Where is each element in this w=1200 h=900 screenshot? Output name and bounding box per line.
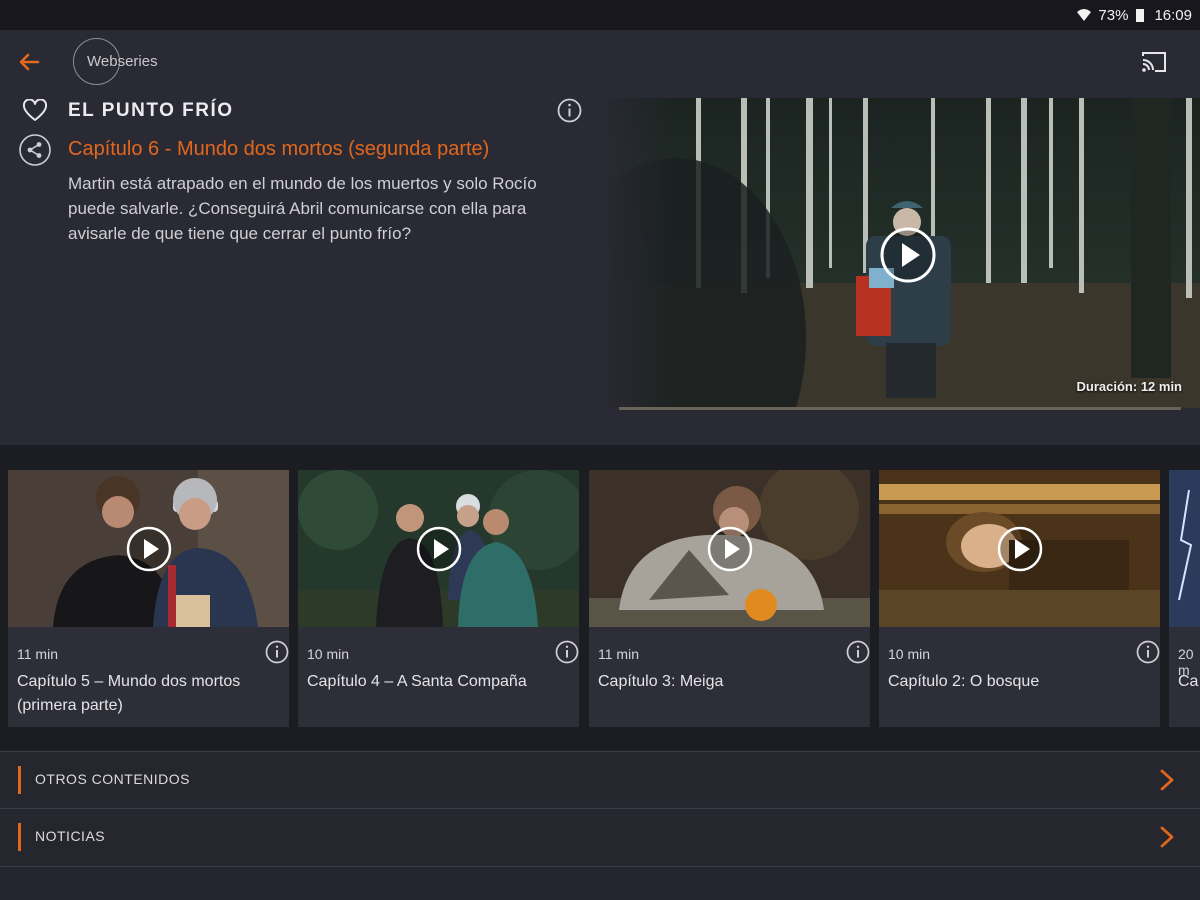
episode-title: Capítulo 4 – A Santa Compaña bbox=[307, 673, 527, 690]
battery-icon bbox=[1136, 8, 1145, 22]
episode-title: Capítulo 3: Meiga bbox=[598, 673, 724, 690]
share-icon[interactable] bbox=[19, 134, 51, 166]
play-icon[interactable] bbox=[415, 525, 463, 573]
info-icon[interactable] bbox=[557, 98, 582, 123]
cast-icon[interactable] bbox=[1140, 50, 1168, 74]
episode-card[interactable]: 20 m Ca bbox=[1169, 470, 1200, 727]
play-icon[interactable] bbox=[996, 525, 1044, 573]
play-icon[interactable] bbox=[125, 525, 173, 573]
series-title: EL PUNTO FRÍO bbox=[68, 100, 234, 121]
divider bbox=[0, 866, 1200, 867]
episode-duration: 11 min bbox=[17, 646, 58, 662]
episode-card[interactable]: 11 min Capítulo 3: Meiga bbox=[589, 470, 870, 727]
episode-description: Martin está atrapado en el mundo de los … bbox=[68, 174, 537, 243]
episode-title: Capítulo 2: O bosque bbox=[888, 673, 1040, 690]
info-icon[interactable] bbox=[265, 640, 289, 664]
episode-title: Capítulo 6 - Mundo dos mortos (segunda p… bbox=[68, 138, 490, 160]
episode-thumbnail bbox=[1169, 470, 1200, 627]
section-noticias[interactable]: NOTICIAS bbox=[0, 808, 1200, 864]
episode-card[interactable]: 10 min Capítulo 4 – A Santa Compaña bbox=[298, 470, 579, 727]
episode-duration: 10 min bbox=[888, 646, 931, 662]
episode-title: Ca bbox=[1178, 673, 1199, 690]
episode-duration: 11 min bbox=[598, 646, 639, 662]
favorite-heart-icon[interactable] bbox=[22, 99, 48, 123]
info-icon[interactable] bbox=[1136, 640, 1160, 664]
section-label: OTROS CONTENIDOS bbox=[35, 771, 191, 787]
clock: 16:09 bbox=[1154, 6, 1192, 24]
episode-card[interactable]: 10 min Capítulo 2: O bosque bbox=[879, 470, 1160, 727]
progress-bar[interactable] bbox=[619, 407, 1181, 410]
chevron-right-icon bbox=[1160, 826, 1174, 848]
back-arrow-icon[interactable] bbox=[16, 50, 42, 74]
info-icon[interactable] bbox=[555, 640, 579, 664]
video-player[interactable]: Duración: 12 min bbox=[601, 98, 1200, 408]
status-bar: 73% 16:09 bbox=[0, 0, 1200, 30]
section-accent-bar bbox=[18, 766, 21, 794]
play-icon[interactable] bbox=[706, 525, 754, 573]
chevron-right-icon bbox=[1160, 769, 1174, 791]
section-label: NOTICIAS bbox=[35, 828, 106, 844]
video-duration: Duración: 12 min bbox=[1076, 379, 1182, 394]
episode-title: Capítulo 5 – Mundo dos mortos (primera p… bbox=[17, 673, 241, 714]
wifi-icon bbox=[1077, 9, 1092, 21]
battery-percent: 73% bbox=[1098, 6, 1129, 24]
play-icon[interactable] bbox=[879, 226, 937, 284]
info-icon[interactable] bbox=[846, 640, 870, 664]
episode-card[interactable]: 11 min Capítulo 5 – Mundo dos mortos (pr… bbox=[8, 470, 289, 727]
breadcrumb[interactable]: Webseries bbox=[87, 53, 158, 70]
section-accent-bar bbox=[18, 823, 21, 851]
section-otros-contenidos[interactable]: OTROS CONTENIDOS bbox=[0, 751, 1200, 807]
episode-duration: 10 min bbox=[307, 646, 350, 662]
